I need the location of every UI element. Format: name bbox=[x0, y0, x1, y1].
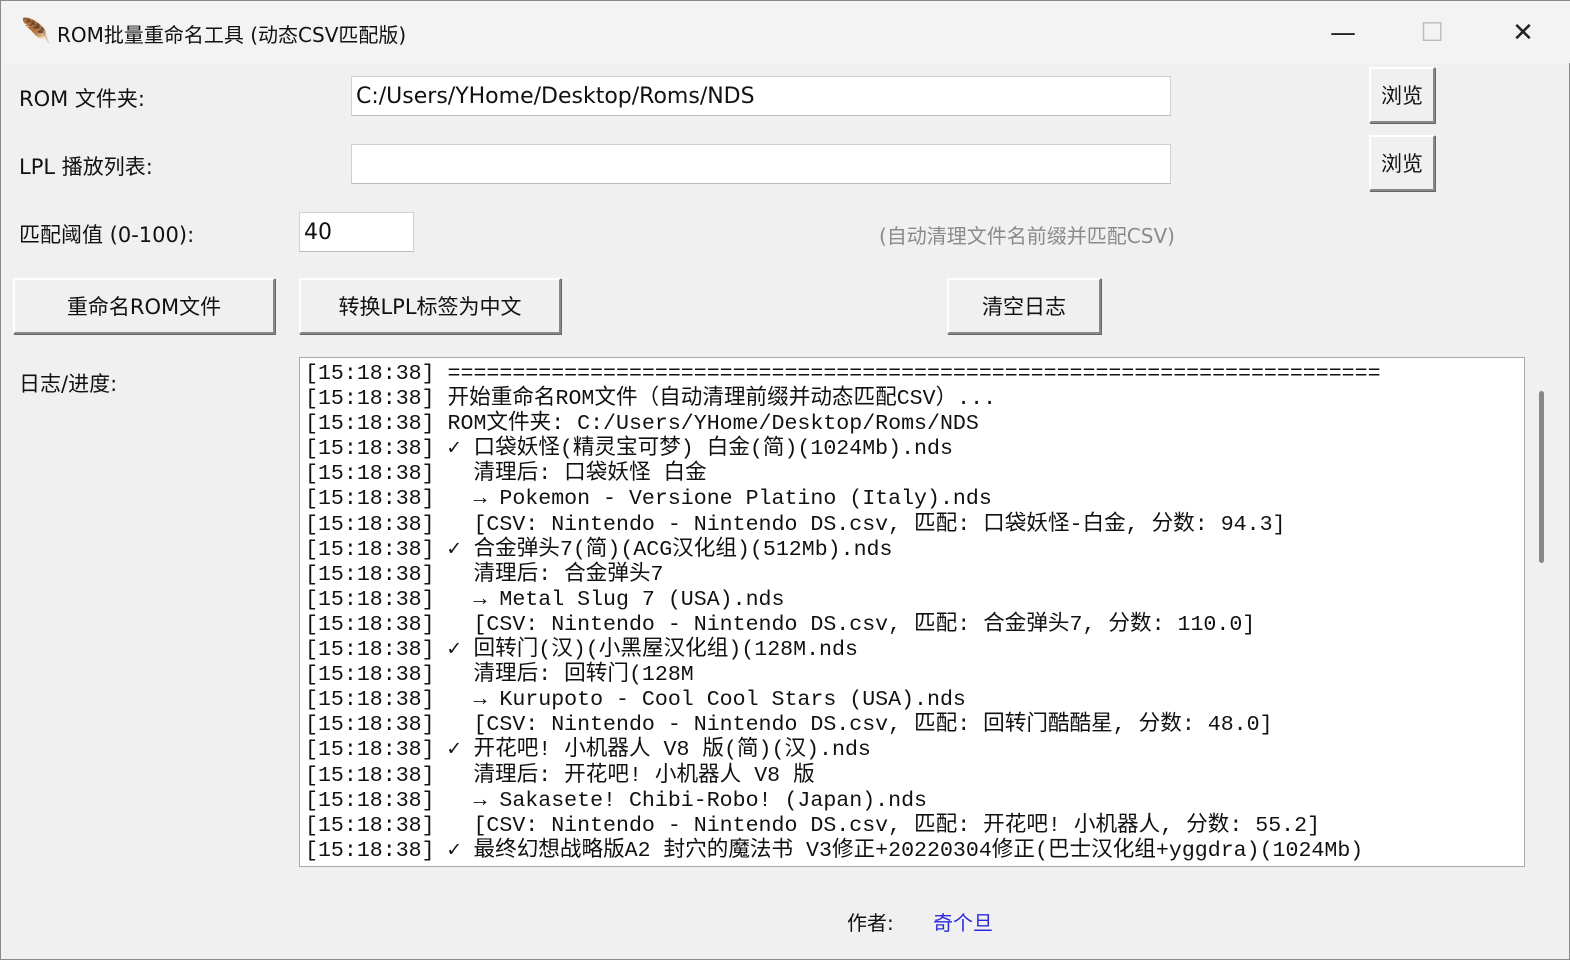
log-line: [15:18:38] 清理后: 回转门(128M bbox=[305, 663, 694, 688]
hint-text: (自动清理文件名前缀并匹配CSV) bbox=[879, 224, 1175, 248]
log-line: [15:18:38] [CSV: Nintendo - Nintendo DS.… bbox=[305, 512, 1286, 537]
rename-rom-button[interactable]: 重命名ROM文件 bbox=[13, 278, 275, 334]
log-line: [15:18:38] ✓ 口袋妖怪(精灵宝可梦) 白金(简)(1024Mb).n… bbox=[305, 437, 953, 462]
scrollbar-thumb[interactable] bbox=[1539, 391, 1544, 563]
log-line: [15:18:38] → Sakasete! Chibi-Robo! (Japa… bbox=[305, 788, 928, 813]
log-label: 日志/进度: bbox=[19, 372, 118, 396]
window-title: ROM批量重命名工具 (动态CSV匹配版) bbox=[57, 23, 407, 47]
log-line: [15:18:38] 清理后: 开花吧! 小机器人 V8 版 bbox=[305, 763, 815, 788]
log-line: [15:18:38] [CSV: Nintendo - Nintendo DS.… bbox=[305, 813, 1321, 838]
threshold-label: 匹配阈值 (0-100): bbox=[19, 223, 195, 247]
log-line: [15:18:38] 清理后: 合金弹头7 bbox=[305, 562, 664, 587]
lpl-playlist-label: LPL 播放列表: bbox=[19, 155, 153, 179]
feather-icon: 🪶 bbox=[21, 17, 51, 45]
rom-folder-input[interactable] bbox=[351, 76, 1171, 116]
log-line: [15:18:38] → Pokemon - Versione Platino … bbox=[305, 487, 992, 512]
convert-lpl-button[interactable]: 转换LPL标签为中文 bbox=[299, 278, 561, 334]
log-line: [15:18:38] ✓ 回转门(汉)(小黑屋汉化组)(128M.nds bbox=[305, 638, 858, 663]
minimize-button[interactable]: — bbox=[1313, 11, 1373, 55]
close-button[interactable]: ✕ bbox=[1493, 11, 1553, 55]
log-line: [15:18:38] ✓ 开花吧! 小机器人 V8 版(简)(汉).nds bbox=[305, 738, 871, 763]
browse-lpl-button[interactable]: 浏览 bbox=[1369, 135, 1435, 191]
lpl-playlist-input[interactable] bbox=[351, 144, 1171, 184]
author-link[interactable]: 奇个旦 bbox=[933, 907, 993, 936]
log-line: [15:18:38] ✓ 最终幻想战略版A2 封穴的魔法书 V3修正+20220… bbox=[305, 838, 1364, 863]
log-line: [15:18:38] → Metal Slug 7 (USA).nds bbox=[305, 587, 785, 612]
log-line: [15:18:38] ROM文件夹: C:/Users/YHome/Deskto… bbox=[305, 412, 979, 437]
log-line: [15:18:38] [CSV: Nintendo - Nintendo DS.… bbox=[305, 713, 1273, 738]
log-line: [15:18:38] =============================… bbox=[305, 362, 1381, 386]
log-line: [15:18:38] ✓ 合金弹头7(简)(ACG汉化组)(512Mb).nds bbox=[305, 537, 893, 562]
threshold-input[interactable] bbox=[299, 212, 414, 252]
log-line: [15:18:38] 开始重命名ROM文件（自动清理前缀并动态匹配CSV）... bbox=[305, 387, 997, 412]
rom-folder-label: ROM 文件夹: bbox=[19, 87, 145, 111]
log-textarea[interactable]: [15:18:38] =============================… bbox=[299, 357, 1525, 867]
browse-rom-button[interactable]: 浏览 bbox=[1369, 67, 1435, 123]
clear-log-button[interactable]: 清空日志 bbox=[947, 278, 1101, 334]
log-line: [15:18:38] 清理后: 口袋妖怪 白金 bbox=[305, 462, 707, 487]
author-label: 作者: bbox=[847, 911, 894, 935]
maximize-button[interactable]: ☐ bbox=[1402, 11, 1462, 55]
log-line: [15:18:38] [CSV: Nintendo - Nintendo DS.… bbox=[305, 612, 1256, 637]
log-line: [15:18:38] → Kurupoto - Cool Cool Stars … bbox=[305, 688, 966, 713]
